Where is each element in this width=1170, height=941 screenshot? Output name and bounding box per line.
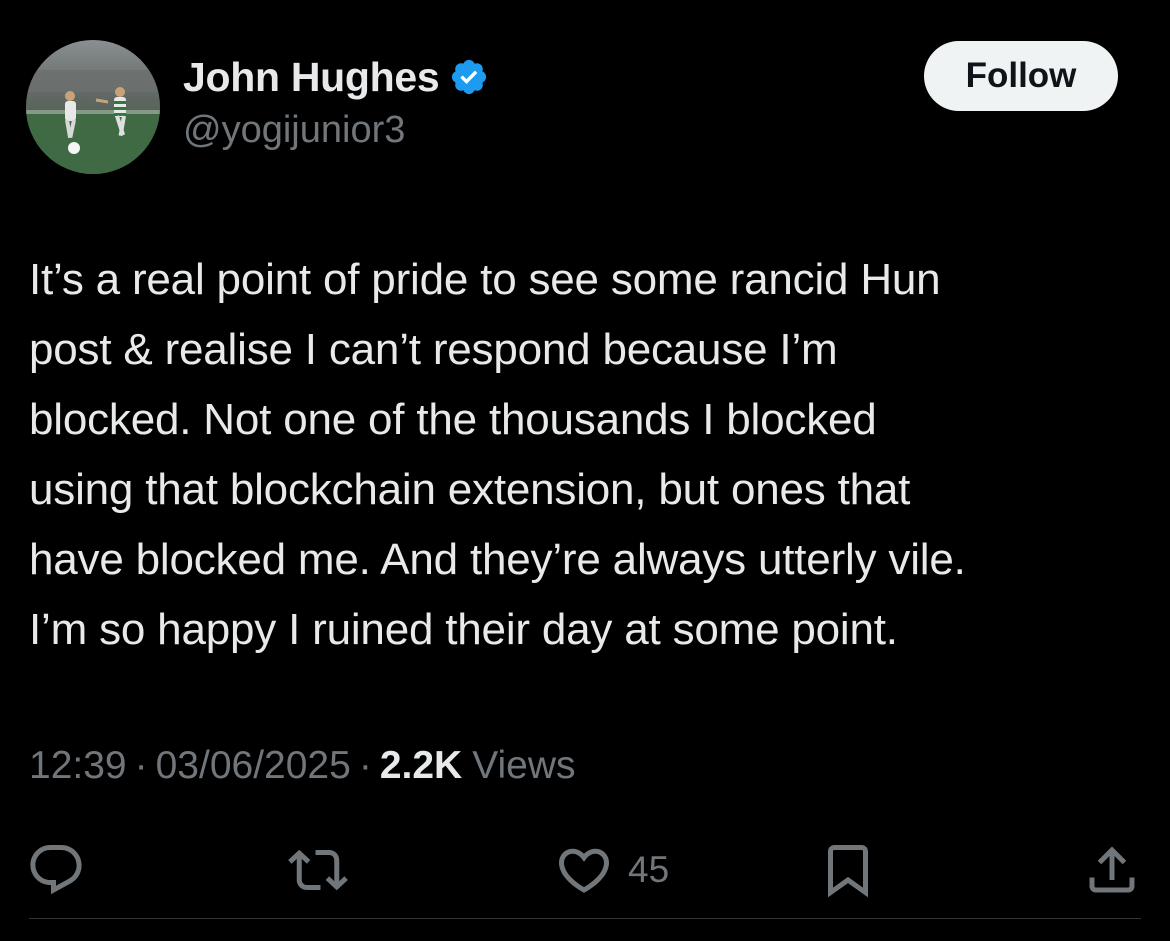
meta-separator: · (134, 744, 148, 787)
bookmark-icon (828, 845, 868, 898)
tweet-text-line: post & realise I can’t respond because I… (29, 325, 838, 374)
verified-badge-icon[interactable] (449, 57, 489, 97)
author-name-row: John Hughes (183, 52, 489, 102)
avatar[interactable] (26, 40, 160, 174)
tweet-meta: 12:39 · 03/06/2025 · 2.2K Views (29, 740, 576, 792)
views-count[interactable]: 2.2K (380, 744, 462, 788)
tweet-text-line: blocked. Not one of the thousands I bloc… (29, 395, 877, 444)
tweet-text: It’s a real point of pride to see some r… (29, 245, 1139, 665)
tweet-text-line: using that blockchain extension, but one… (29, 465, 911, 514)
author-display-name[interactable]: John Hughes (183, 54, 440, 101)
bookmark-button[interactable] (818, 835, 878, 905)
avatar-photo (26, 40, 160, 174)
author-handle[interactable]: @yogijunior3 (183, 109, 405, 152)
tweet-text-line: have blocked me. And they’re always utte… (29, 535, 966, 584)
like-button[interactable]: 45 (554, 835, 669, 905)
tweet-date[interactable]: 03/06/2025 (156, 744, 351, 788)
tweet-time[interactable]: 12:39 (29, 744, 127, 788)
tweet-text-line: I’m so happy I ruined their day at some … (29, 605, 898, 654)
like-count: 45 (628, 849, 670, 890)
speech-bubble-icon (30, 845, 82, 895)
repost-arrows-icon (288, 849, 348, 891)
repost-button[interactable] (288, 835, 348, 905)
share-upload-icon (1089, 846, 1135, 893)
follow-button[interactable]: Follow (924, 41, 1118, 111)
reply-button[interactable] (26, 835, 86, 905)
divider (29, 918, 1141, 919)
views-label[interactable]: Views (472, 744, 575, 788)
tweet-text-line: It’s a real point of pride to see some r… (29, 255, 941, 304)
share-button[interactable] (1082, 835, 1142, 905)
meta-separator: · (358, 744, 372, 787)
heart-icon (558, 848, 610, 893)
tweet-actions: 45 (0, 835, 1170, 905)
